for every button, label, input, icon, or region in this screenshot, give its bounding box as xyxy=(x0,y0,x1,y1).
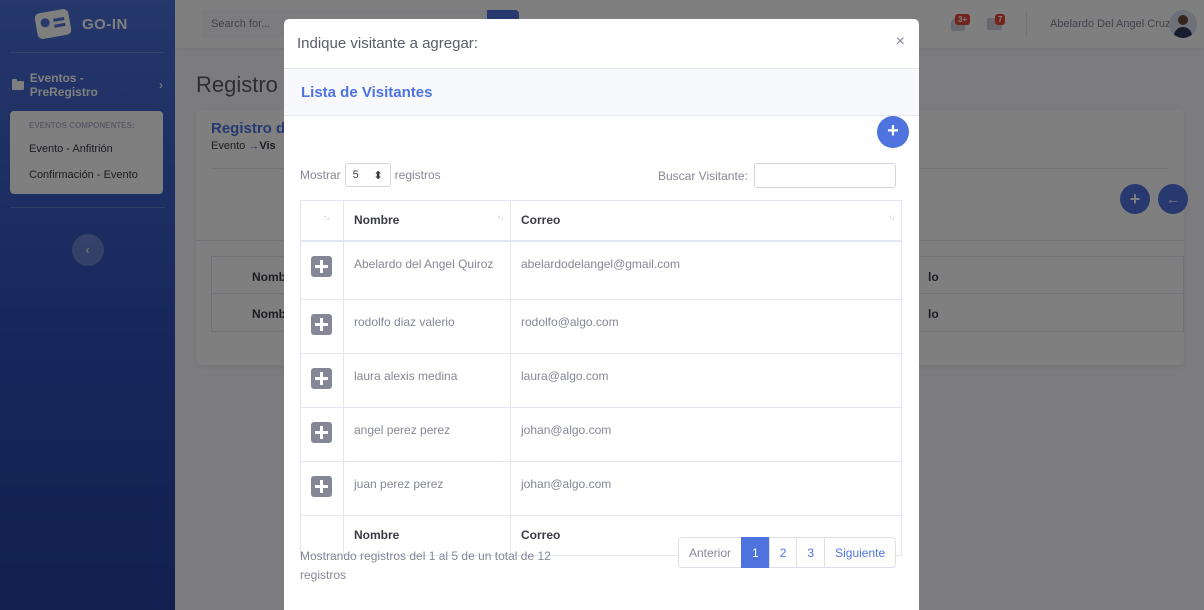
length-label: Mostrar xyxy=(300,168,341,182)
add-visitor-modal: Indique visitante a agregar: × Lista de … xyxy=(284,19,919,610)
column-header-correo[interactable]: Correo ↑↓ xyxy=(510,200,902,242)
table-row: rodolfo diaz valerio rodolfo@algo.com xyxy=(300,299,902,354)
pagination-previous[interactable]: Anterior xyxy=(678,537,743,568)
table-cell-nombre: laura alexis medina xyxy=(343,353,511,408)
table-cell-action xyxy=(300,240,344,300)
table-info: Mostrando registros del 1 al 5 de un tot… xyxy=(300,549,551,582)
table-cell-correo: johan@algo.com xyxy=(510,461,902,516)
table-cell-action xyxy=(300,461,344,516)
table-cell-nombre: Abelardo del Angel Quiroz xyxy=(343,240,511,300)
add-visitor-button[interactable]: + xyxy=(877,116,909,148)
sort-icon: ↑↓ xyxy=(323,213,330,222)
table-cell-nombre: juan perez perez xyxy=(343,461,511,516)
visitor-table: ↑↓ Nombre ↑↓ Correo ↑↓ Abelardo del Angel … xyxy=(300,200,902,556)
column-header-nombre[interactable]: Nombre ↑↓ xyxy=(343,200,511,242)
search-label: Buscar Visitante: xyxy=(658,168,748,183)
table-cell-nombre: rodolfo diaz valerio xyxy=(343,299,511,354)
add-row-icon[interactable] xyxy=(311,476,332,497)
table-header-row: ↑↓ Nombre ↑↓ Correo ↑↓ xyxy=(300,200,902,242)
page-length-value: 5 xyxy=(352,169,359,181)
table-cell-correo: rodolfo@algo.com xyxy=(510,299,902,354)
length-label: registros xyxy=(394,168,441,182)
sort-icon: ↑↓ xyxy=(888,213,895,222)
add-row-icon[interactable] xyxy=(311,422,332,443)
pagination-page-2[interactable]: 2 xyxy=(768,537,798,568)
modal-title: Indique visitante a agregar: xyxy=(297,35,478,52)
modal-header: Indique visitante a agregar: × xyxy=(284,19,919,69)
column-header-actions[interactable]: ↑↓ xyxy=(300,200,344,242)
table-row: angel perez perez johan@algo.com xyxy=(300,407,902,462)
visitor-search-input[interactable] xyxy=(753,163,896,188)
pagination: Anterior 1 2 3 Siguiente xyxy=(678,537,897,568)
visitor-list-title: Lista de Visitantes xyxy=(301,84,433,101)
visitor-list-header: Lista de Visitantes xyxy=(284,70,919,116)
table-row: Abelardo del Angel Quiroz abelardodelang… xyxy=(300,240,902,300)
table-cell-action xyxy=(300,407,344,462)
table-cell-correo: johan@algo.com xyxy=(510,407,902,462)
sort-icon: ↑↓ xyxy=(497,213,504,222)
add-row-icon[interactable] xyxy=(311,368,332,389)
table-cell-correo: laura@algo.com xyxy=(510,353,902,408)
table-cell-action xyxy=(300,353,344,408)
table-row: juan perez perez johan@algo.com xyxy=(300,461,902,516)
table-row: laura alexis medina laura@algo.com xyxy=(300,353,902,408)
add-row-icon[interactable] xyxy=(311,314,332,335)
page-length-control: Mostrar 5 ⬍ registros xyxy=(300,163,441,187)
pagination-page-1[interactable]: 1 xyxy=(741,537,770,568)
add-row-icon[interactable] xyxy=(311,255,332,277)
pagination-next[interactable]: Siguiente xyxy=(824,537,897,568)
select-arrows-icon: ⬍ xyxy=(373,170,383,182)
table-cell-action xyxy=(300,299,344,354)
pagination-page-3[interactable]: 3 xyxy=(796,537,826,568)
table-cell-correo: abelardodelangel@gmail.com xyxy=(510,240,902,300)
close-icon[interactable]: × xyxy=(896,33,905,51)
table-cell-nombre: angel perez perez xyxy=(343,407,511,462)
visitor-search: Buscar Visitante: xyxy=(658,163,896,188)
page-length-select[interactable]: 5 ⬍ xyxy=(344,163,391,187)
